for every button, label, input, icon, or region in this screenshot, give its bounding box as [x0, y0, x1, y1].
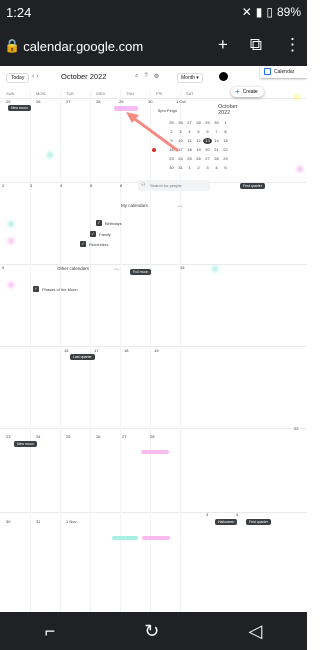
android-nav-bar: ⌐ ↻ ◁	[0, 612, 307, 650]
annotation-arrow	[126, 112, 179, 152]
lock-icon: 🔒	[4, 38, 21, 53]
menu-icon[interactable]: ⋮	[284, 35, 301, 55]
status-icons: ✕ ▮ ▯ 89%	[242, 5, 301, 19]
mute-icon: ✕	[241, 5, 252, 19]
tabs-icon[interactable]: ⧉	[250, 35, 262, 55]
new-tab-icon[interactable]: +	[218, 35, 228, 55]
address-bar[interactable]: 🔒 calendar.google.com	[4, 38, 143, 54]
home-icon[interactable]: ↻	[144, 621, 159, 642]
status-time: 1:24	[6, 5, 32, 20]
browser-bar: 🔒 calendar.google.com + ⧉ ⋮	[0, 26, 307, 66]
url-text: calendar.google.com	[23, 38, 144, 54]
browser-actions: + ⧉ ⋮	[218, 35, 301, 55]
status-bar: 1:24 ✕ ▮ ▯ 89%	[0, 0, 307, 26]
calendar-page: Today ‹ › October 2022 ⌕ ? ⚙ Month ▾ Cal…	[0, 66, 307, 612]
back-icon[interactable]: ◁	[249, 621, 263, 642]
recents-icon[interactable]: ⌐	[45, 621, 56, 642]
battery-percent: 89%	[276, 5, 301, 19]
signal-icon: ▮	[255, 5, 263, 19]
battery-icon: ▯	[266, 5, 273, 19]
